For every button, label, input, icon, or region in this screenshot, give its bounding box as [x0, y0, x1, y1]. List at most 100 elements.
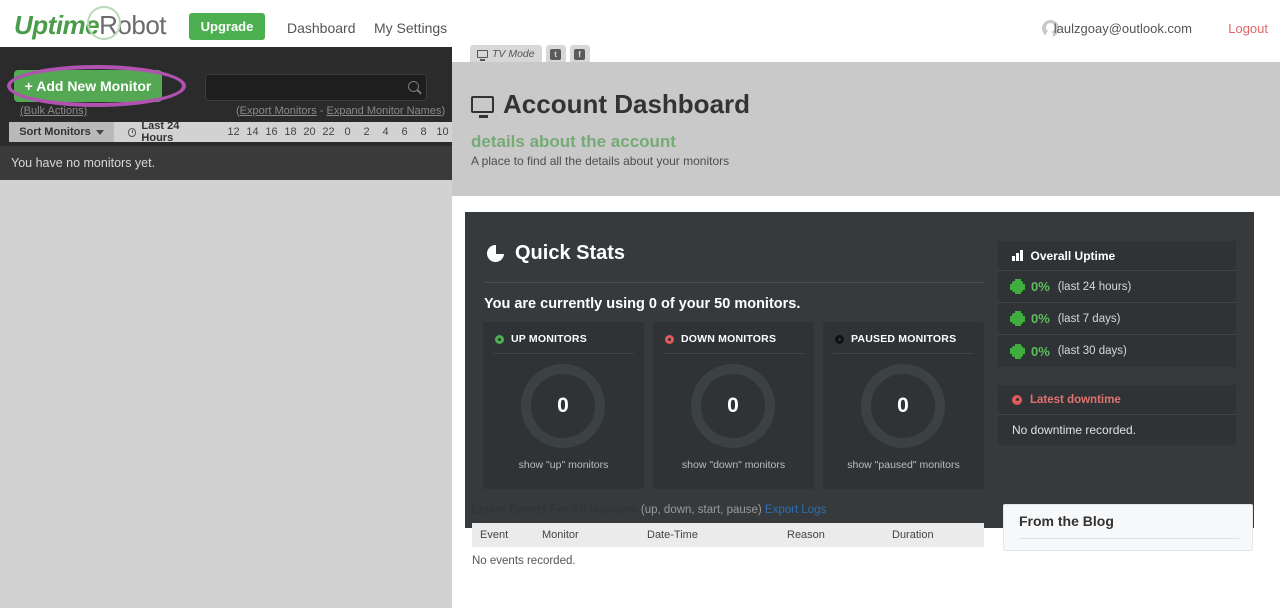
logout-link[interactable]: Logout: [1228, 21, 1268, 36]
uptime-percent-24h: 0%: [1031, 279, 1050, 294]
hour-tick: 12: [224, 126, 243, 138]
latest-events-section: Latest Events For All Monitors (up, down…: [472, 504, 987, 516]
page-bottom-spacer: [452, 560, 1280, 608]
monitor-screen-icon: [471, 96, 494, 113]
pie-chart-icon: [487, 245, 504, 262]
status-dot-down-icon: [665, 335, 674, 344]
sidebar-controls-area: + Add New Monitor (Bulk Actions) (Export…: [0, 47, 452, 180]
latest-downtime-panel: Latest downtime No downtime recorded.: [998, 385, 1236, 445]
tab-facebook[interactable]: f: [570, 45, 590, 63]
status-cards-group: UP MONITORS 0 show "up" monitors DOWN MO…: [483, 322, 984, 489]
overall-uptime-panel: Overall Uptime 0% (last 24 hours) 0% (la…: [998, 241, 1236, 367]
column-monitor[interactable]: Monitor: [534, 523, 639, 547]
card-down-monitors[interactable]: DOWN MONITORS 0 show "down" monitors: [653, 322, 814, 489]
quick-stats-panel: Quick Stats You are currently using 0 of…: [465, 212, 1254, 528]
bulk-actions-link[interactable]: (Bulk Actions): [20, 105, 87, 117]
search-icon: [408, 81, 419, 92]
status-dot-up-icon: [495, 335, 504, 344]
column-duration[interactable]: Duration: [884, 523, 984, 547]
column-date-time[interactable]: Date-Time: [639, 523, 779, 547]
hour-tick: 20: [300, 126, 319, 138]
overall-uptime-header: Overall Uptime: [998, 241, 1236, 271]
add-new-monitor-button[interactable]: + Add New Monitor: [14, 70, 162, 102]
blog-divider: [1019, 538, 1239, 539]
page-title: Account Dashboard: [471, 89, 750, 120]
quick-stats-divider: [484, 282, 984, 283]
sort-monitors-dropdown[interactable]: Sort Monitors: [9, 122, 114, 142]
paused-monitors-donut: 0: [861, 364, 945, 448]
from-the-blog-panel: From the Blog: [1003, 504, 1253, 551]
card-paused-title: PAUSED MONITORS: [851, 333, 956, 345]
card-up-monitors[interactable]: UP MONITORS 0 show "up" monitors: [483, 322, 644, 489]
card-divider: [493, 353, 634, 354]
tab-twitter[interactable]: t: [546, 45, 566, 63]
tab-tv-mode-label: TV Mode: [492, 48, 535, 60]
events-table-header-row: Event Monitor Date-Time Reason Duration: [472, 523, 984, 547]
card-up-title: UP MONITORS: [511, 333, 587, 345]
uptime-row-30d: 0% (last 30 days): [998, 335, 1236, 367]
nav-item-my-settings[interactable]: My Settings: [374, 20, 447, 36]
page-subtitle-grey: A place to find all the details about yo…: [471, 154, 729, 168]
time-range-selector[interactable]: Last 24 Hours: [114, 120, 208, 144]
tab-tv-mode[interactable]: TV Mode: [470, 45, 542, 63]
card-divider: [833, 353, 974, 354]
logo-ring-decoration: [87, 6, 121, 40]
uptime-badge-icon: [1012, 313, 1023, 324]
events-table: Event Monitor Date-Time Reason Duration: [472, 523, 984, 547]
time-range-label: Last 24 Hours: [141, 120, 208, 144]
monitors-sidebar: + Add New Monitor (Bulk Actions) (Export…: [0, 47, 452, 608]
expand-monitor-names-link[interactable]: Expand Monitor Names: [326, 105, 441, 117]
show-down-monitors-link[interactable]: show "down" monitors: [653, 459, 814, 471]
card-down-header: DOWN MONITORS: [665, 333, 776, 345]
quick-stats-heading-text: Quick Stats: [515, 242, 625, 265]
uptime-period-7d: (last 7 days): [1058, 313, 1121, 325]
column-event[interactable]: Event: [472, 523, 534, 547]
uptime-row-7d: 0% (last 7 days): [998, 303, 1236, 335]
twitter-icon: t: [550, 49, 561, 60]
hour-axis-labels: 12 14 16 18 20 22 0 2 4 6 8 10: [224, 126, 452, 138]
sort-monitors-label: Sort Monitors: [19, 126, 91, 138]
hour-tick: 2: [357, 126, 376, 138]
alert-dot-icon: [1012, 395, 1022, 405]
tab-strip: TV Mode t f: [470, 45, 590, 63]
card-up-header: UP MONITORS: [495, 333, 587, 345]
latest-events-title-muted: (up, down, start, pause): [638, 504, 765, 516]
nav-item-dashboard[interactable]: Dashboard: [287, 20, 356, 36]
latest-downtime-title: Latest downtime: [1030, 394, 1121, 406]
tv-monitor-icon: [477, 50, 488, 58]
card-paused-monitors[interactable]: PAUSED MONITORS 0 show "paused" monitors: [823, 322, 984, 489]
monitor-search-box[interactable]: [205, 74, 427, 101]
monitor-usage-text: You are currently using 0 of your 50 mon…: [484, 296, 800, 312]
events-empty-message: No events recorded.: [472, 555, 576, 567]
no-monitors-message: You have no monitors yet.: [0, 146, 452, 180]
hour-tick: 6: [395, 126, 414, 138]
show-up-monitors-link[interactable]: show "up" monitors: [483, 459, 644, 471]
search-input[interactable]: [206, 75, 426, 100]
uptime-row-24h: 0% (last 24 hours): [998, 271, 1236, 303]
export-logs-link[interactable]: Export Logs: [765, 504, 826, 516]
uptime-percent-30d: 0%: [1031, 344, 1050, 359]
uptime-badge-icon: [1012, 346, 1023, 357]
page-header-band: Account Dashboard details about the acco…: [452, 62, 1280, 196]
hour-tick: 10: [433, 126, 452, 138]
latest-downtime-body: No downtime recorded.: [998, 415, 1236, 445]
uptime-percent-7d: 0%: [1031, 311, 1050, 326]
card-divider: [663, 353, 804, 354]
upgrade-button[interactable]: Upgrade: [189, 13, 265, 40]
user-email-label[interactable]: laulzgoay@outlook.com: [1054, 21, 1192, 36]
column-reason[interactable]: Reason: [779, 523, 884, 547]
monitor-list-toolbar: Sort Monitors Last 24 Hours 12 14 16 18 …: [9, 122, 452, 142]
export-monitors-link[interactable]: Export Monitors: [240, 105, 317, 117]
clock-icon: [128, 128, 136, 137]
overall-uptime-title: Overall Uptime: [1031, 249, 1116, 263]
paren-close: ): [441, 105, 445, 117]
chevron-down-icon: [96, 130, 104, 135]
up-monitors-count: 0: [557, 394, 569, 418]
bar-chart-icon: [1012, 250, 1023, 261]
time-range-bar: Last 24 Hours 12 14 16 18 20 22 0 2 4 6 …: [114, 122, 452, 142]
hour-tick: 0: [338, 126, 357, 138]
show-paused-monitors-link[interactable]: show "paused" monitors: [823, 459, 984, 471]
from-the-blog-title: From the Blog: [1019, 513, 1114, 529]
card-down-title: DOWN MONITORS: [681, 333, 776, 345]
export-links-group: (Export Monitors - Expand Monitor Names): [236, 105, 445, 117]
